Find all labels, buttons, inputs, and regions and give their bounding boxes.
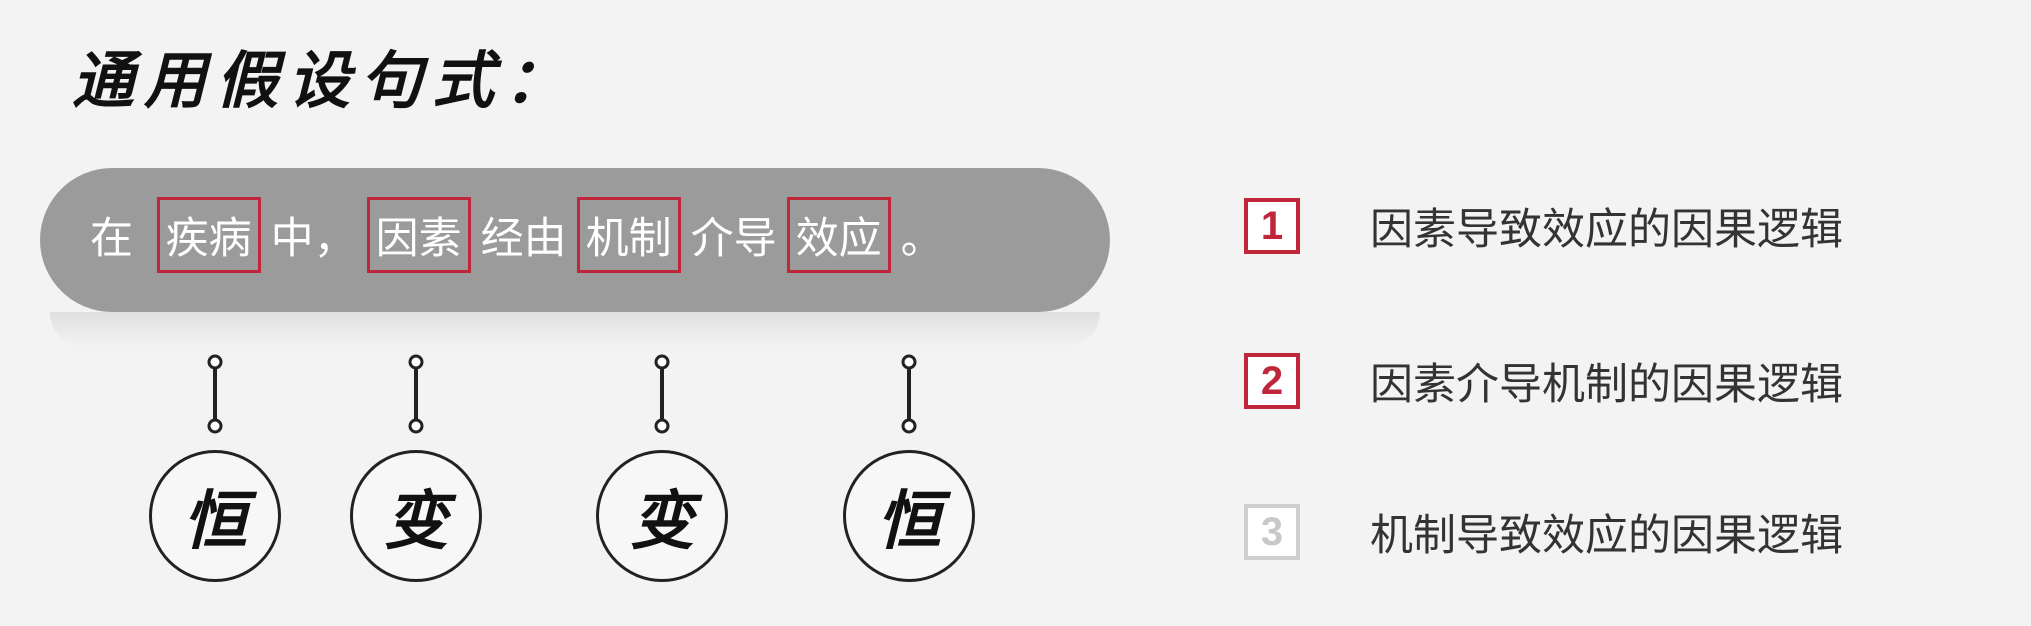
connector-icon	[654, 354, 670, 434]
sentence-connector-3: 介导	[690, 214, 777, 264]
variable-circle-mechanism: 变	[596, 450, 728, 582]
number-badge-3: 3	[1244, 504, 1300, 560]
logic-item-3: 3 机制导致效应的因果逻辑	[1244, 500, 1843, 564]
sentence-connector-2: 经由	[480, 214, 567, 264]
pill-shadow	[50, 312, 1100, 348]
connector-icon	[207, 354, 223, 434]
logic-item-1: 1 因素导致效应的因果逻辑	[1244, 194, 1843, 258]
variable-circle-factor: 变	[350, 450, 482, 582]
hypothesis-sentence: 在 疾病 中， 因素 经由 机制 介导 效应 。	[90, 197, 944, 273]
number-badge-2: 2	[1244, 353, 1300, 409]
logic-text-1: 因素导致效应的因果逻辑	[1370, 205, 1843, 255]
factor-term: 因素	[366, 197, 471, 273]
connector-icon	[901, 354, 917, 434]
constant-circle-disease: 恒	[149, 450, 281, 582]
constant-circle-effect: 恒	[843, 450, 975, 582]
sentence-prefix: 在	[90, 214, 147, 264]
connector-icon	[408, 354, 424, 434]
effect-term: 效应	[786, 197, 891, 273]
slide-title: 通用假设句式：	[72, 44, 577, 117]
sentence-connector-1: 中，	[270, 214, 357, 264]
logic-text-3: 机制导致效应的因果逻辑	[1370, 511, 1843, 561]
number-badge-1: 1	[1244, 198, 1300, 254]
mechanism-term: 机制	[576, 197, 681, 273]
logic-item-2: 2 因素介导机制的因果逻辑	[1244, 349, 1843, 413]
logic-text-2: 因素介导机制的因果逻辑	[1370, 360, 1843, 410]
sentence-end: 。	[900, 214, 944, 264]
disease-term: 疾病	[156, 197, 261, 273]
